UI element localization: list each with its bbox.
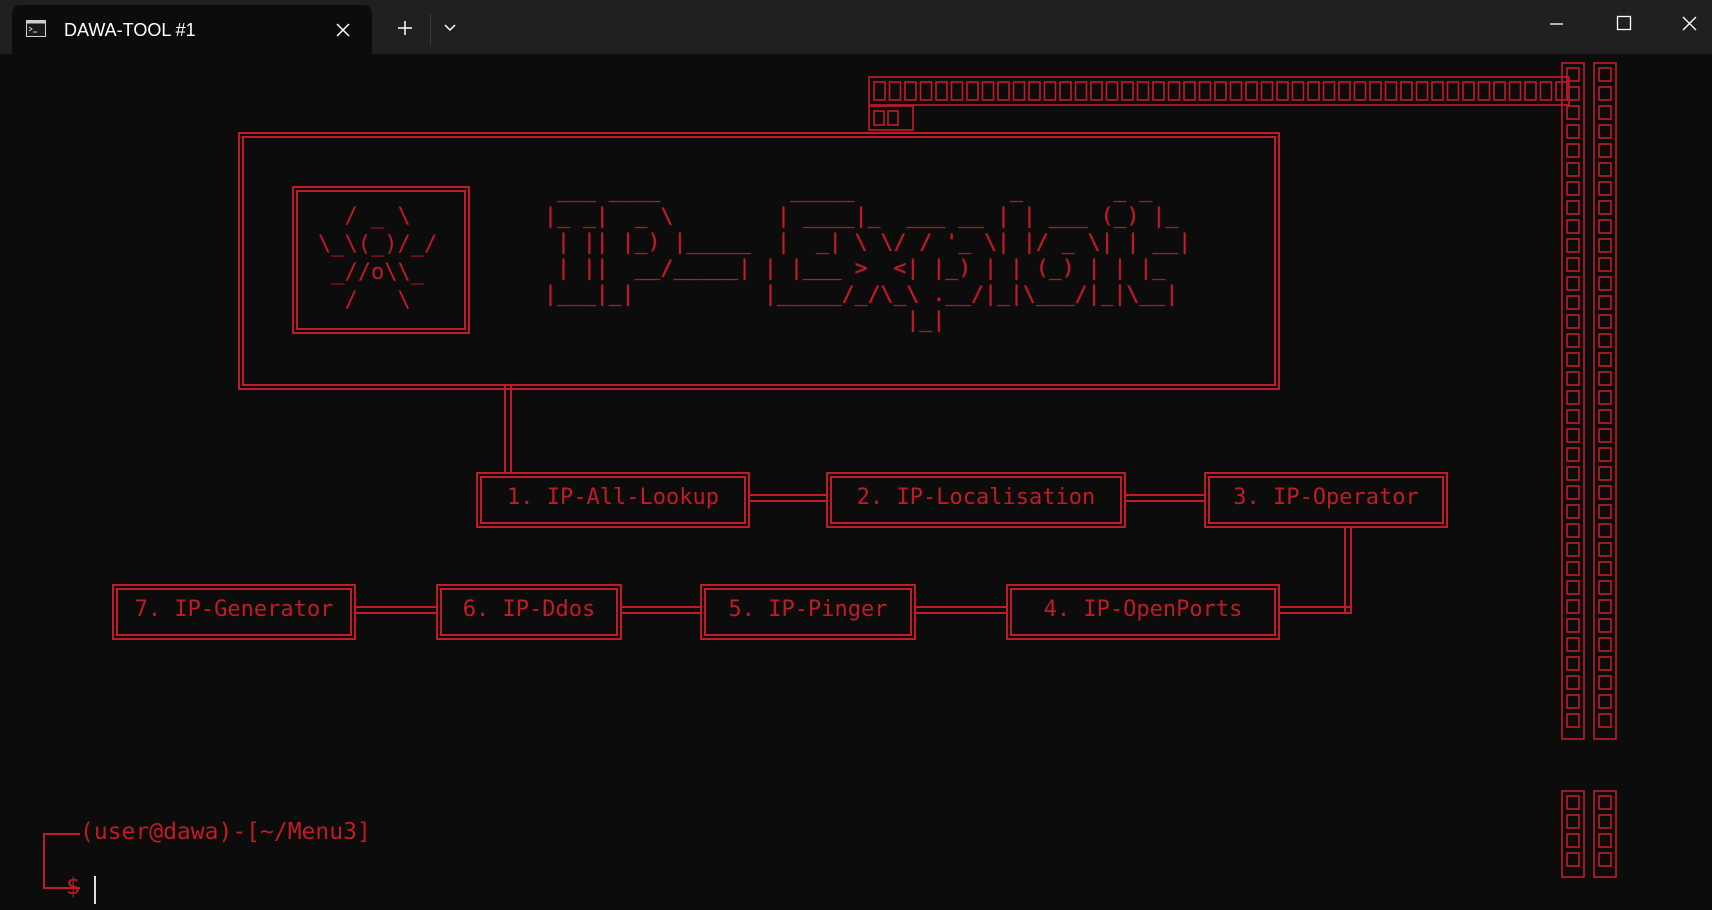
menu-item-ip-generator[interactable]: 7. IP-Generator (112, 584, 356, 640)
close-icon[interactable] (1666, 8, 1712, 48)
skull-ascii-art: / _ \ \_\(_)/_/ _//o\\_ / \ (318, 204, 438, 313)
ip-exploit-ascii-title: ___ ____ _____ _ _ _ |_ _| _ \ | ____|_ … (544, 178, 1192, 333)
menu-item-ip-ddos[interactable]: 6. IP-Ddos (436, 584, 622, 640)
menu-item-ip-all-lookup[interactable]: 1. IP-All-Lookup (476, 472, 750, 528)
menu-item-ip-pinger[interactable]: 5. IP-Pinger (700, 584, 916, 640)
connector (620, 606, 702, 614)
decorative-border-strip (1561, 62, 1617, 740)
tab-title: DAWA-TOOL #1 (64, 20, 196, 40)
tab-separator (430, 14, 431, 46)
tab-dawa-tool[interactable]: DAWA-TOOL #1 (12, 5, 372, 54)
minimize-icon[interactable] (1530, 8, 1582, 48)
prompt-symbol: $ (66, 874, 80, 900)
connector (354, 606, 438, 614)
connector (748, 494, 828, 502)
decorative-border-strip (868, 76, 1570, 131)
prompt-context: (user@dawa)-[~/Menu3] (80, 819, 371, 845)
connector (914, 606, 1008, 614)
title-bar: DAWA-TOOL #1 (0, 0, 1712, 54)
maximize-icon[interactable] (1598, 8, 1650, 48)
close-icon[interactable] (329, 16, 357, 44)
connector (1278, 606, 1352, 614)
terminal-icon (26, 20, 46, 37)
menu-item-ip-localisation[interactable]: 2. IP-Localisation (826, 472, 1126, 528)
connector (1344, 528, 1352, 614)
decorative-border-strip (1561, 790, 1617, 878)
menu-item-ip-operator[interactable]: 3. IP-Operator (1204, 472, 1448, 528)
connector (1124, 494, 1206, 502)
terminal-input-cursor[interactable] (94, 876, 96, 904)
chevron-down-icon[interactable] (432, 8, 468, 48)
plus-icon[interactable] (385, 8, 425, 48)
menu-item-ip-openports[interactable]: 4. IP-OpenPorts (1006, 584, 1280, 640)
connector (504, 386, 512, 472)
